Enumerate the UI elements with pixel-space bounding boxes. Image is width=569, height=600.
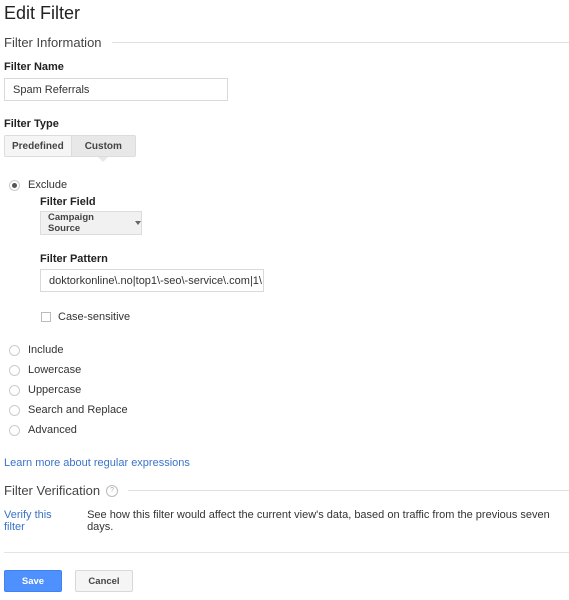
cancel-button[interactable]: Cancel [75, 570, 133, 592]
option-lowercase[interactable]: Lowercase [9, 364, 81, 376]
tab-custom[interactable]: Custom [70, 136, 135, 162]
filter-verification-header: Filter Verification ? [4, 483, 569, 498]
filter-pattern-input[interactable]: doktorkonline\.no|top1\-seo\-service\.co… [40, 269, 264, 292]
filter-information-header: Filter Information [4, 35, 569, 50]
filter-pattern-label: Filter Pattern [40, 253, 108, 265]
option-uppercase-label: Uppercase [28, 384, 82, 396]
option-exclude-label: Exclude [28, 179, 68, 191]
radio-icon[interactable] [9, 384, 20, 396]
filter-field-label: Filter Field [40, 196, 96, 208]
option-uppercase[interactable]: Uppercase [9, 384, 81, 396]
option-advanced[interactable]: Advanced [9, 424, 77, 436]
option-search-replace[interactable]: Search and Replace [9, 404, 128, 416]
option-lowercase-label: Lowercase [28, 364, 82, 376]
learn-more-link[interactable]: Learn more about regular expressions [4, 457, 190, 469]
radio-icon[interactable] [9, 344, 20, 356]
option-include[interactable]: Include [9, 344, 63, 356]
filter-field-value: Campaign Source [48, 212, 94, 234]
section-divider [111, 42, 569, 43]
case-sensitive-checkbox[interactable] [41, 312, 51, 322]
case-sensitive-row[interactable]: Case-sensitive [41, 311, 130, 323]
tab-predefined[interactable]: Predefined [5, 136, 71, 156]
radio-icon[interactable] [9, 424, 20, 436]
filter-field-dropdown[interactable]: Campaign Source [40, 211, 142, 235]
filter-name-label: Filter Name [4, 61, 64, 73]
chevron-down-icon [135, 221, 141, 225]
radio-icon[interactable] [9, 364, 20, 376]
option-include-label: Include [28, 344, 64, 356]
filter-information-label: Filter Information [4, 35, 102, 50]
help-icon[interactable]: ? [106, 484, 119, 497]
option-exclude[interactable]: Exclude [9, 179, 67, 191]
radio-icon[interactable] [9, 404, 20, 416]
verification-description: See how this filter would affect the cur… [87, 509, 550, 533]
radio-selected-icon[interactable] [9, 179, 20, 191]
filter-name-input[interactable]: Spam Referrals [4, 78, 228, 101]
save-button[interactable]: Save [4, 570, 62, 592]
filter-type-toggle: Predefined Custom [4, 135, 136, 162]
case-sensitive-label: Case-sensitive [58, 311, 131, 323]
verify-filter-link[interactable]: Verify this filter [4, 509, 74, 533]
page-title: Edit Filter [4, 3, 81, 23]
footer-divider [4, 552, 569, 553]
verification-row: Verify this filter See how this filter w… [4, 509, 569, 533]
section-divider [128, 490, 569, 491]
option-advanced-label: Advanced [28, 424, 77, 436]
filter-verification-label: Filter Verification [4, 483, 101, 498]
option-search-replace-label: Search and Replace [28, 404, 128, 416]
filter-type-label: Filter Type [4, 118, 59, 130]
